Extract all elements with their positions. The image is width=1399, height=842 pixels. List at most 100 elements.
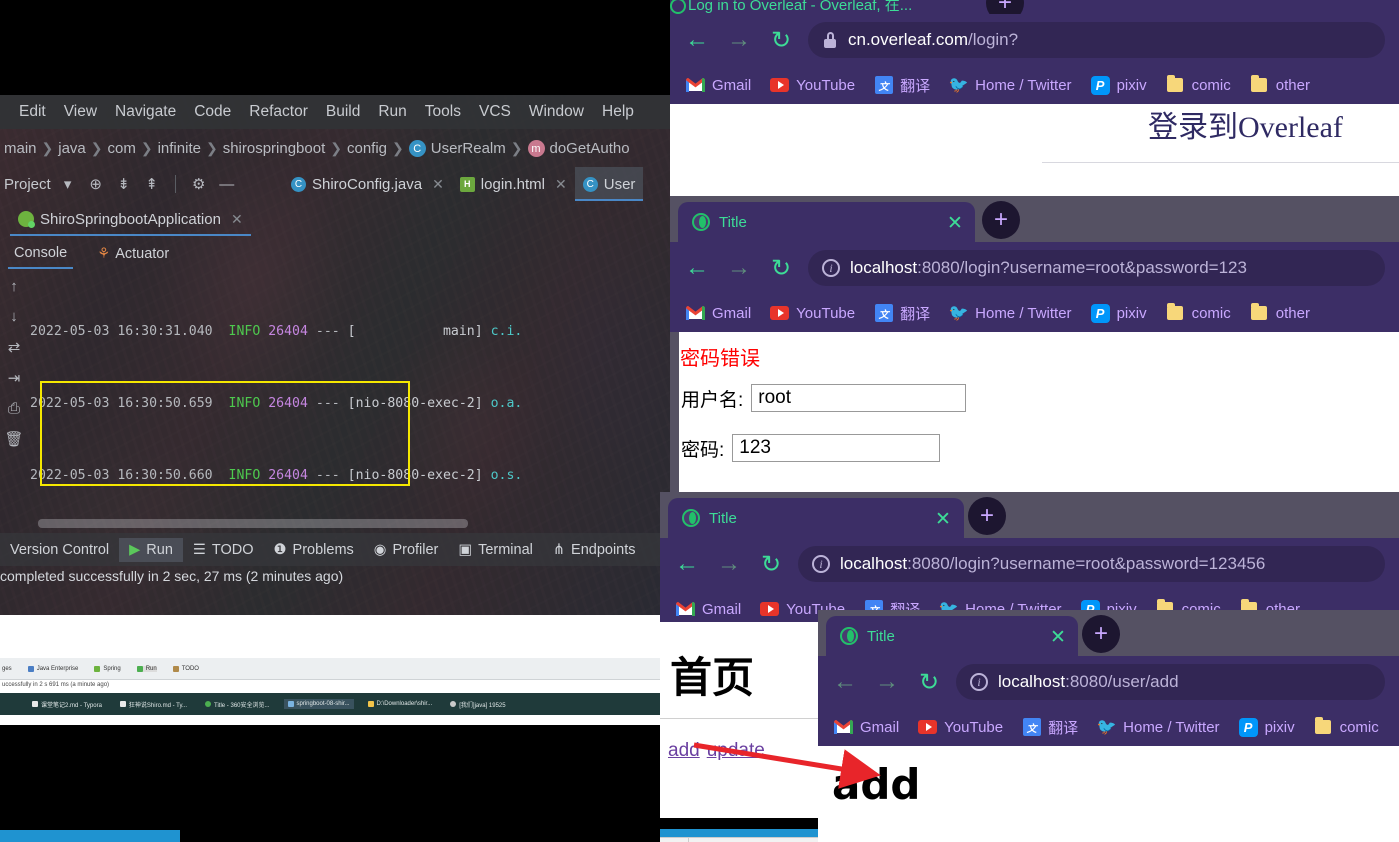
password-input[interactable]	[732, 434, 941, 462]
back-icon[interactable]: ←	[682, 25, 712, 55]
bookmark-twitter[interactable]: 🐦 Home / Twitter	[943, 302, 1077, 325]
breadcrumb-method[interactable]: doGetAutho	[550, 140, 630, 157]
address-bar[interactable]: i localhost:8080/login?username=root&pas…	[798, 546, 1385, 582]
bookmark-translate[interactable]: 文翻译	[868, 72, 936, 99]
menu-item-run[interactable]: Run	[369, 101, 415, 123]
info-icon[interactable]: i	[970, 673, 988, 691]
menu-item-window[interactable]: Window	[520, 101, 593, 123]
close-icon[interactable]: ✕	[555, 176, 567, 193]
bookmark-youtube[interactable]: YouTube	[764, 301, 861, 326]
menu-item-build[interactable]: Build	[317, 101, 369, 123]
menu-item-navigate[interactable]: Navigate	[106, 101, 185, 123]
bookmark-pixiv[interactable]: Ppixiv	[1085, 73, 1153, 98]
breadcrumb-com[interactable]: com	[108, 140, 136, 157]
bottom-tab-endpoints[interactable]: ⋔ Endpoints	[543, 538, 646, 562]
breadcrumb-java[interactable]: java	[58, 140, 86, 157]
forward-icon[interactable]: →	[714, 549, 744, 579]
menu-item-code[interactable]: Code	[185, 101, 240, 123]
link-update[interactable]: update	[707, 740, 765, 761]
browser-tab[interactable]: Title	[826, 616, 1078, 656]
reload-icon[interactable]: ↻	[914, 667, 944, 697]
bookmark-pixiv[interactable]: Ppixiv	[1233, 715, 1301, 740]
bookmark-comic[interactable]: comic	[1160, 301, 1237, 326]
bottom-tab-terminal[interactable]: ▣ Terminal	[448, 538, 543, 562]
bookmark-gmail[interactable]: Gmail	[828, 716, 905, 739]
menu-item-refactor[interactable]: Refactor	[240, 101, 317, 123]
scroll-to-end-icon[interactable]: ⇥	[8, 369, 21, 387]
tab-console[interactable]: Console	[8, 242, 74, 269]
bookmark-gmail[interactable]: Gmail	[670, 598, 747, 621]
collapse-all-icon[interactable]: ⇞	[141, 173, 163, 195]
tab-actuator[interactable]: ⚘ Actuator	[91, 243, 175, 268]
trash-icon[interactable]: 🗑	[4, 430, 23, 448]
print-icon[interactable]: ⎙	[8, 400, 20, 417]
close-tab-icon[interactable]: ✕	[935, 508, 951, 531]
scroll-down-icon[interactable]: ↓	[10, 308, 18, 325]
bottom-tab-problems[interactable]: ❶ Problems	[264, 538, 364, 562]
menu-item-view[interactable]: View	[55, 101, 106, 123]
bookmark-youtube[interactable]: YouTube	[764, 73, 861, 98]
menu-item-edit[interactable]: Edit	[10, 101, 55, 123]
console-horizontal-scrollbar[interactable]	[38, 519, 468, 528]
taskbar-item[interactable]: 课堂笔记2.md - Typora	[28, 698, 106, 711]
taskbar-item[interactable]: D:\Downloader\shir...	[364, 699, 437, 709]
scroll-up-icon[interactable]: ↑	[10, 278, 18, 295]
close-icon[interactable]: ✕	[432, 176, 444, 193]
back-icon[interactable]: ←	[682, 253, 712, 283]
forward-icon[interactable]: →	[724, 25, 754, 55]
chevron-down-icon[interactable]: ▾	[57, 173, 79, 195]
bookmark-translate[interactable]: 文翻译	[868, 300, 936, 327]
reload-icon[interactable]: ↻	[766, 25, 796, 55]
bookmark-other[interactable]: other	[1244, 73, 1316, 98]
bookmark-twitter[interactable]: 🐦 Home / Twitter	[943, 74, 1077, 97]
project-tool-label[interactable]: Project	[4, 176, 51, 193]
menu-item-help[interactable]: Help	[593, 101, 643, 123]
bottom-tab-version-control[interactable]: Version Control	[0, 538, 119, 562]
link-add[interactable]: add	[668, 740, 700, 761]
bookmark-translate[interactable]: 文翻译	[1016, 714, 1084, 741]
menu-item-tools[interactable]: Tools	[416, 101, 470, 123]
username-input[interactable]	[751, 384, 967, 412]
reload-icon[interactable]: ↻	[756, 549, 786, 579]
bookmark-gmail[interactable]: Gmail	[680, 74, 757, 97]
browser-tab[interactable]: Title	[678, 202, 975, 242]
info-icon[interactable]: i	[822, 259, 840, 277]
bookmark-twitter[interactable]: 🐦 Home / Twitter	[1091, 716, 1225, 739]
close-icon[interactable]: ✕	[231, 211, 243, 228]
back-icon[interactable]: ←	[830, 667, 860, 697]
new-tab-button[interactable]: +	[968, 497, 1006, 535]
breadcrumb-infinite[interactable]: infinite	[158, 140, 201, 157]
address-bar[interactable]: i localhost:8080/login?username=root&pas…	[808, 250, 1385, 286]
soft-wrap-icon[interactable]: ⇄	[8, 338, 21, 356]
breadcrumb-userrealm[interactable]: UserRealm	[431, 140, 506, 157]
bookmark-comic[interactable]: comic	[1160, 73, 1237, 98]
expand-all-icon[interactable]: ⇟	[113, 173, 135, 195]
browser-tab[interactable]: Title	[668, 498, 964, 538]
run-tab-shirospringbootapplication[interactable]: ShiroSpringbootApplication ✕	[10, 207, 251, 236]
bookmark-youtube[interactable]: YouTube	[912, 715, 1009, 740]
reload-icon[interactable]: ↻	[766, 253, 796, 283]
bookmark-gmail[interactable]: Gmail	[680, 302, 757, 325]
address-bar[interactable]: i localhost:8080/user/add	[956, 664, 1385, 700]
taskbar-item[interactable]: [我们]java] 19525	[446, 698, 509, 711]
new-tab-button[interactable]: +	[982, 201, 1020, 239]
menu-item-vcs[interactable]: VCS	[470, 101, 520, 123]
bottom-tab-run[interactable]: ▶ Run	[119, 537, 183, 562]
back-icon[interactable]: ←	[672, 549, 702, 579]
editor-tab-shiroconfig[interactable]: C ShiroConfig.java ✕	[283, 167, 452, 201]
taskbar-item[interactable]: Title - 360安全浏览...	[201, 698, 273, 711]
locate-target-icon[interactable]: ⊕	[85, 173, 107, 195]
info-icon[interactable]: i	[812, 555, 830, 573]
breadcrumb-config[interactable]: config	[347, 140, 387, 157]
bookmark-other[interactable]: other	[1244, 301, 1316, 326]
taskbar-item[interactable]: 狂神说Shiro.md - Ty...	[116, 698, 191, 711]
forward-icon[interactable]: →	[872, 667, 902, 697]
breadcrumb-main[interactable]: main	[4, 140, 37, 157]
hide-icon[interactable]: —	[216, 173, 238, 195]
breadcrumb-shiro[interactable]: shirospringboot	[223, 140, 326, 157]
editor-tab-user[interactable]: C User	[574, 167, 644, 201]
new-tab-button[interactable]: +	[1082, 615, 1120, 653]
address-bar[interactable]: cn.overleaf.com/login?	[808, 22, 1385, 58]
close-tab-icon[interactable]: ✕	[1050, 626, 1066, 649]
bottom-tab-todo[interactable]: ☰ TODO	[183, 538, 264, 562]
